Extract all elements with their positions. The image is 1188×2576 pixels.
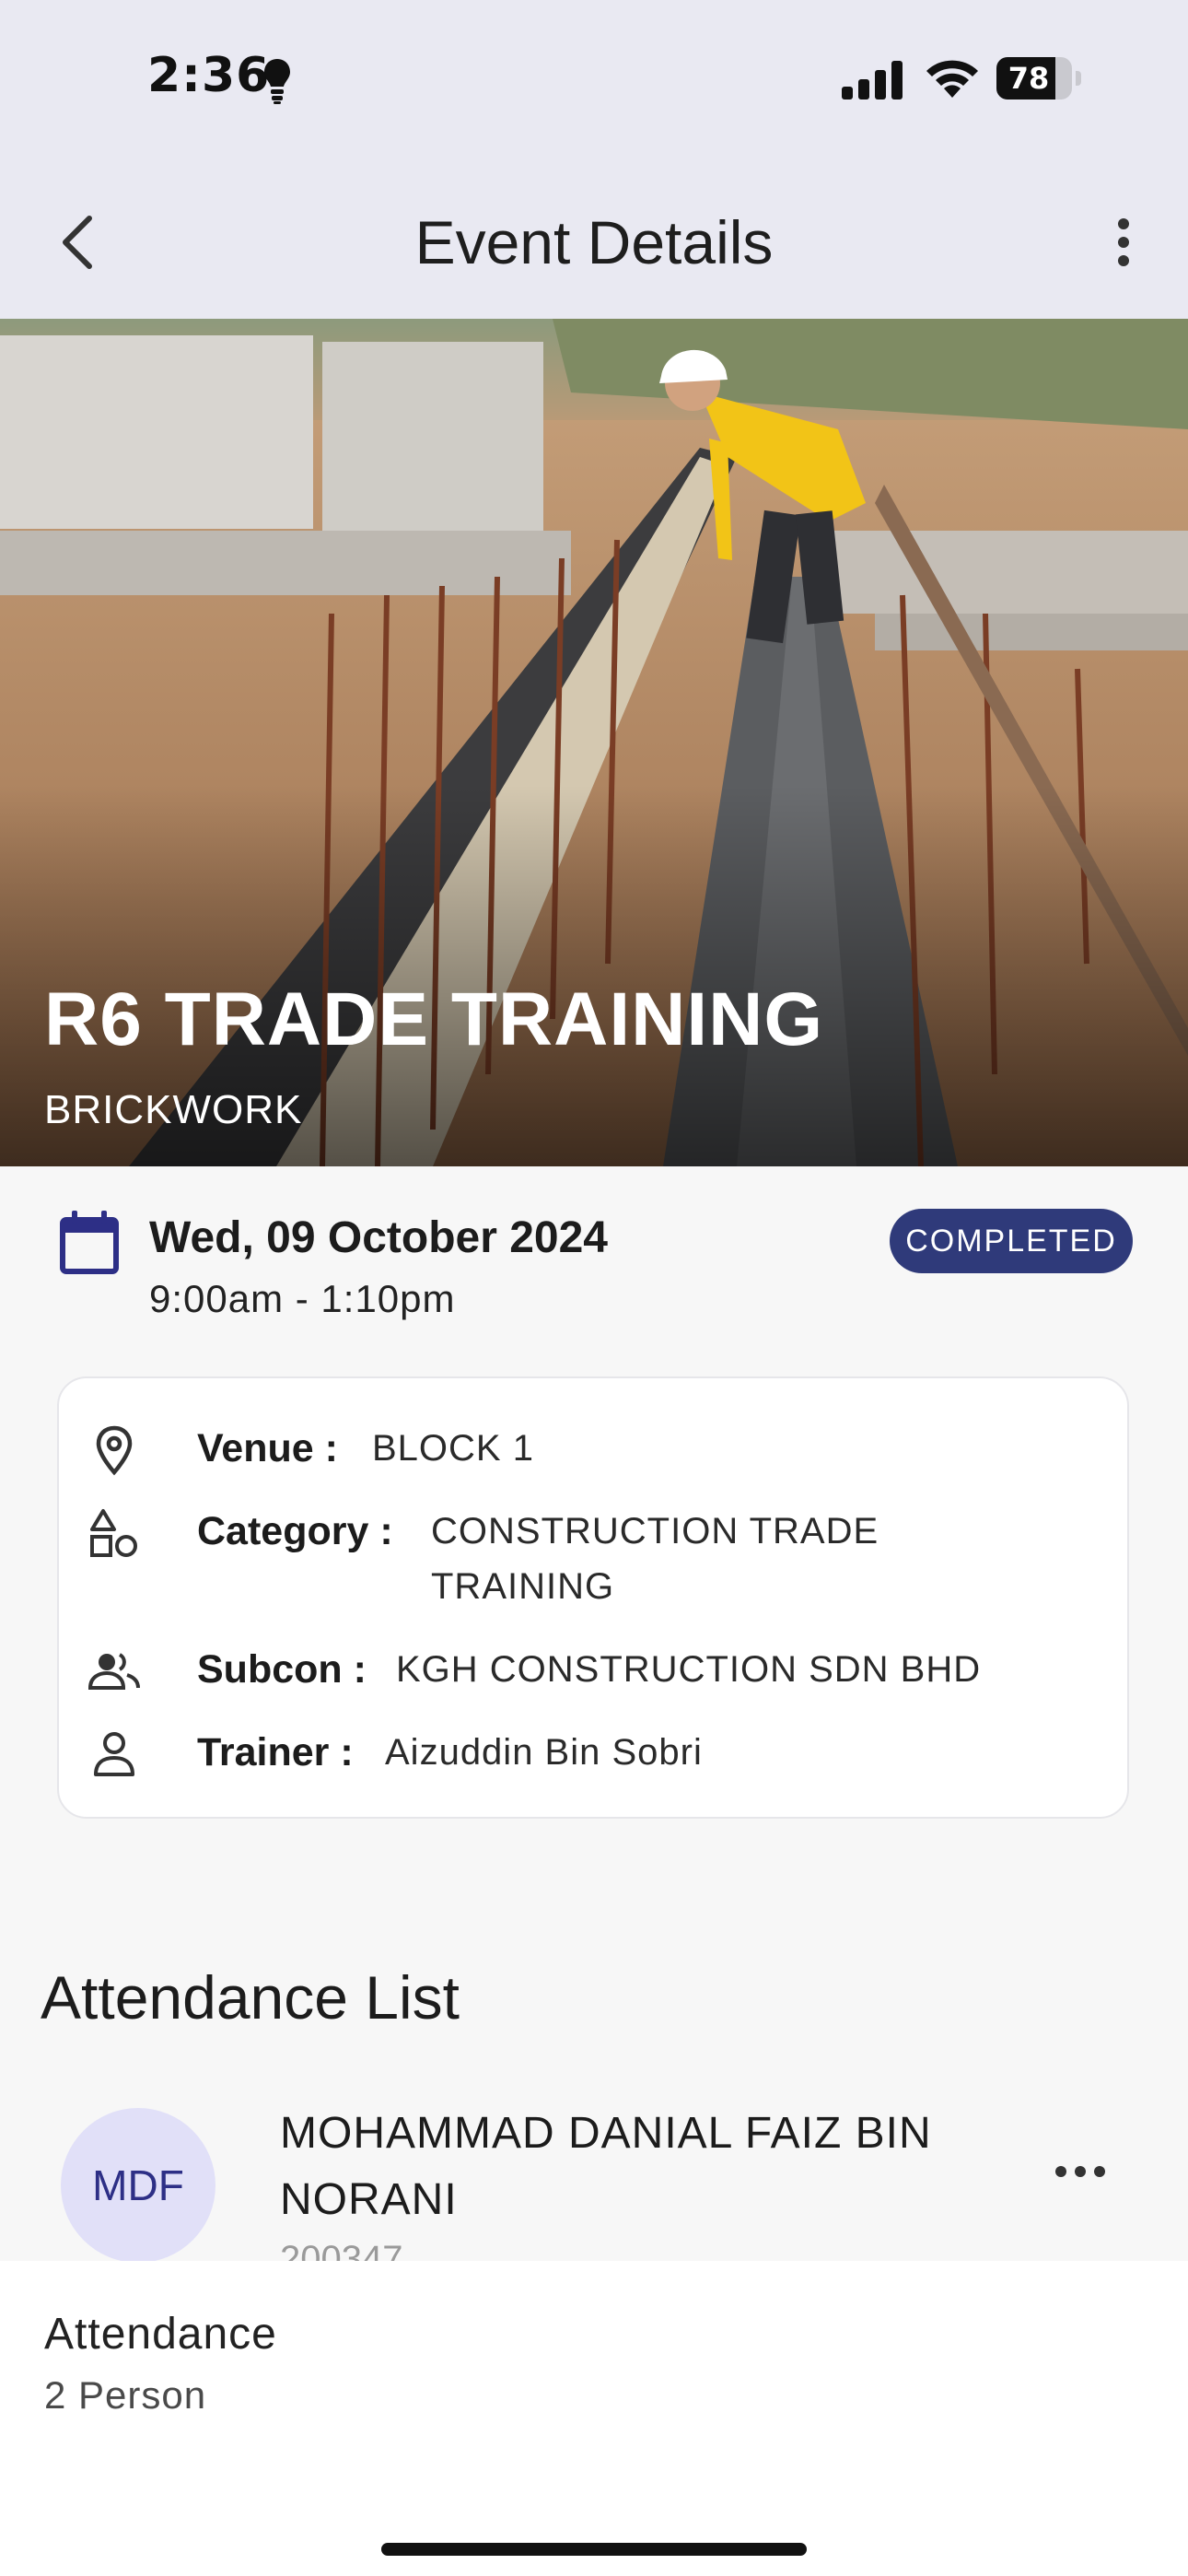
venue-row: Venue : BLOCK 1 <box>59 1419 1127 1483</box>
attendee-id: 200347 <box>280 2239 403 2261</box>
page-title: Event Details <box>414 208 774 276</box>
trainer-row: Trainer : Aizuddin Bin Sobri <box>59 1723 1127 1787</box>
more-vertical-icon <box>1118 218 1129 266</box>
location-pin-icon <box>96 1425 133 1476</box>
subcon-label: Subcon : <box>197 1647 367 1692</box>
status-time: 2:36 <box>147 48 271 103</box>
status-bar: 2:36 78 <box>0 0 1188 164</box>
chevron-left-icon <box>63 216 92 269</box>
battery-level: 78 <box>1007 61 1050 96</box>
category-label: Category : <box>197 1509 393 1553</box>
trainer-value: Aizuddin Bin Sobri <box>385 1732 703 1773</box>
attendance-label: Attendance <box>44 2310 277 2359</box>
attendee-name: MOHAMMAD DANIAL FAIZ BIN NORANI <box>280 2109 932 2224</box>
avatar: MDF <box>61 2108 215 2261</box>
status-badge: COMPLETED <box>890 1209 1133 1273</box>
event-info-card: Venue : BLOCK 1 Category : CONSTRUCTION … <box>57 1376 1129 1819</box>
shapes-icon <box>90 1509 137 1557</box>
wifi-icon <box>926 60 978 98</box>
trainer-label: Trainer : <box>197 1730 354 1774</box>
venue-value: BLOCK 1 <box>372 1428 534 1469</box>
venue-label: Venue : <box>197 1426 338 1470</box>
back-button[interactable] <box>37 201 120 284</box>
cellular-signal-icon <box>842 61 903 100</box>
subcon-row: Subcon : KGH CONSTRUCTION SDN BHD <box>59 1640 1127 1704</box>
attendance-summary-panel: Attendance 2 Person <box>0 2261 1188 2576</box>
event-title: R6 TRADE TRAINING <box>44 978 824 1061</box>
category-row: Category : CONSTRUCTION TRADE TRAINING <box>59 1502 1127 1622</box>
category-value-line2: TRAINING <box>431 1566 615 1607</box>
more-horizontal-icon <box>1055 2166 1105 2177</box>
attendance-count: 2 Person <box>44 2373 207 2417</box>
attendee-menu-button[interactable] <box>1041 2149 1120 2195</box>
group-icon <box>88 1653 140 1690</box>
attendee-list-item[interactable]: MDF MOHAMMAD DANIAL FAIZ BIN NORANI 2003… <box>0 2091 1188 2261</box>
more-options-button[interactable] <box>1087 201 1160 284</box>
attendance-list-title: Attendance List <box>41 1963 460 2032</box>
category-value-line1: CONSTRUCTION TRADE <box>431 1511 879 1551</box>
home-indicator[interactable] <box>381 2543 807 2556</box>
calendar-icon <box>60 1211 119 1274</box>
lightbulb-icon <box>264 59 290 104</box>
battery-indicator: 78 <box>996 57 1081 100</box>
event-time: 9:00am - 1:10pm <box>149 1277 456 1320</box>
event-subtitle: BRICKWORK <box>44 1087 303 1132</box>
navigation-bar: Event Details <box>0 164 1188 319</box>
event-date: Wed, 09 October 2024 <box>149 1213 608 1262</box>
subcon-value: KGH CONSTRUCTION SDN BHD <box>396 1649 982 1690</box>
person-icon <box>94 1732 134 1776</box>
